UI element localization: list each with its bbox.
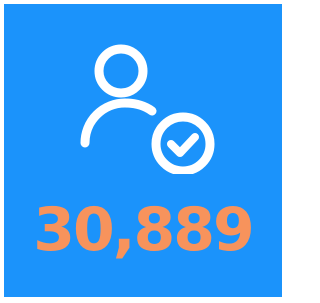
check-mark-shape [167, 133, 199, 157]
stat-value: 30,889 [33, 195, 255, 265]
user-shoulders-shape [80, 98, 157, 148]
user-check-icon [80, 44, 215, 174]
stat-card: 30,889 [4, 4, 282, 297]
user-head-shape [94, 44, 148, 98]
